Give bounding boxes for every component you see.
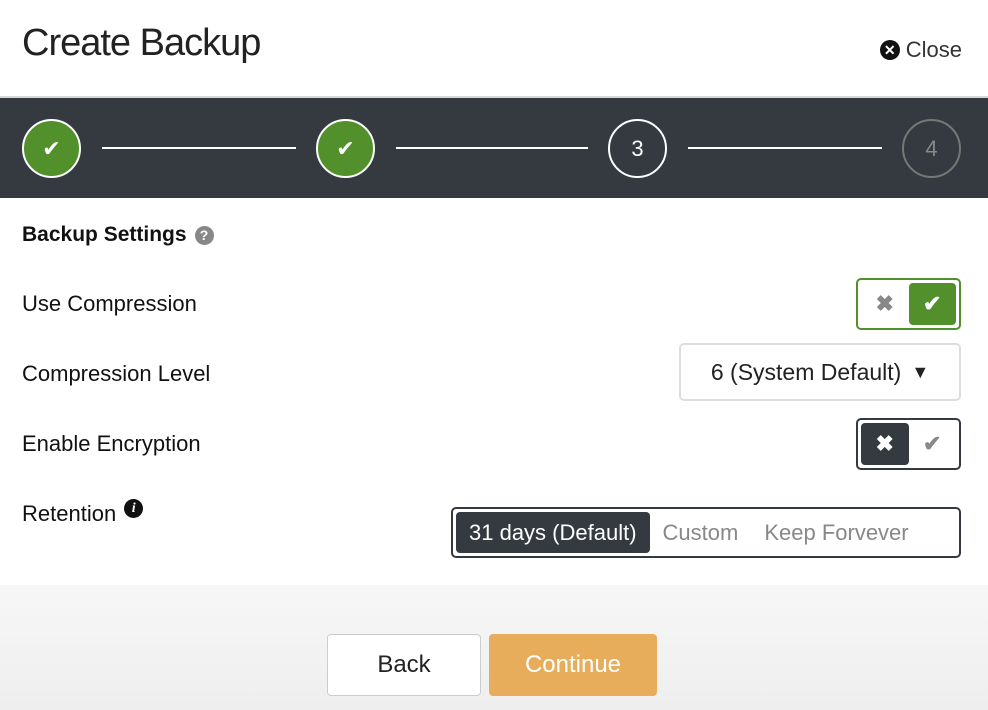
step-connector: [688, 147, 882, 149]
retention-segmented-control: 31 days (Default) Custom Keep Forvever: [451, 507, 961, 558]
dialog-footer: Back Continue: [0, 585, 988, 710]
dialog-title: Create Backup: [22, 22, 261, 64]
step-connector: [102, 147, 296, 149]
retention-option-default[interactable]: 31 days (Default): [456, 512, 650, 553]
retention-option-forever[interactable]: Keep Forvever: [751, 512, 921, 553]
close-button[interactable]: ✕ Close: [879, 37, 962, 63]
back-button[interactable]: Back: [327, 634, 481, 696]
step-2: ✔: [316, 119, 375, 178]
section-title-text: Backup Settings: [22, 223, 187, 246]
select-value: 6 (System Default): [710, 358, 902, 385]
close-label: Close: [905, 37, 962, 62]
step-4: 4: [902, 119, 961, 178]
use-compression-label: Use Compression: [22, 291, 197, 316]
enable-encryption-toggle[interactable]: ✖ ✔: [856, 418, 961, 470]
section-title: Backup Settings?: [22, 223, 214, 247]
x-icon[interactable]: ✖: [861, 283, 909, 325]
retention-option-custom[interactable]: Custom: [650, 512, 752, 553]
check-icon[interactable]: ✔: [909, 423, 957, 465]
check-icon: ✔: [336, 135, 355, 161]
x-icon[interactable]: ✖: [861, 423, 909, 465]
compression-level-select[interactable]: 6 (System Default) ▼: [679, 343, 961, 401]
retention-label-text: Retention: [22, 501, 117, 526]
continue-button[interactable]: Continue: [489, 634, 657, 696]
retention-label: Retention i: [22, 499, 144, 527]
check-icon[interactable]: ✔: [908, 283, 956, 325]
help-icon[interactable]: ?: [194, 225, 214, 245]
close-icon: ✕: [879, 40, 900, 60]
step-3: 3: [608, 119, 667, 178]
info-icon[interactable]: i: [124, 499, 144, 518]
step-connector: [396, 147, 588, 149]
stepper: ✔ ✔ 3 4: [0, 98, 988, 198]
enable-encryption-label: Enable Encryption: [22, 431, 201, 456]
step-1: ✔: [22, 119, 81, 178]
check-icon: ✔: [42, 135, 61, 161]
compression-level-label: Compression Level: [22, 361, 211, 386]
use-compression-toggle[interactable]: ✖ ✔: [856, 278, 961, 330]
caret-down-icon: ▼: [911, 361, 930, 382]
